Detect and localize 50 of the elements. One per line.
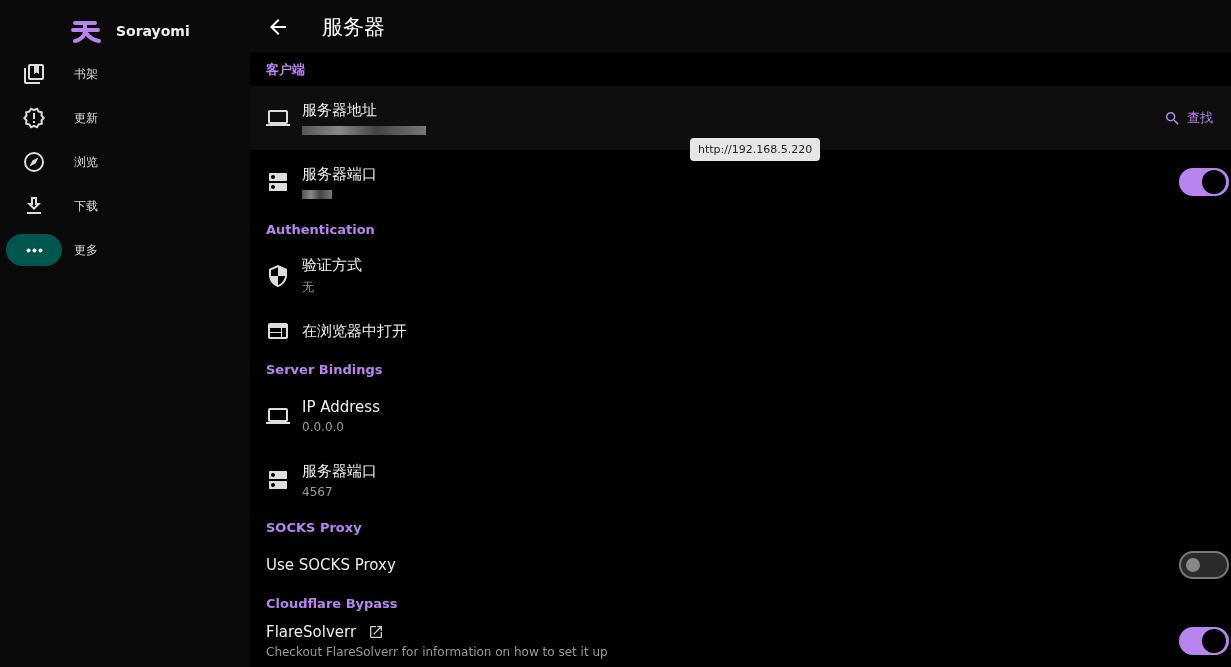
nav-item[interactable]: 更新 <box>0 102 250 134</box>
setting-title: IP Address <box>302 398 380 416</box>
settings-row[interactable]: 在浏览器中打开 <box>250 308 1231 354</box>
setting-title: 在浏览器中打开 <box>302 321 407 341</box>
settings-row[interactable]: FlareSolverr Checkout FlareSolverr for information on how to set it up <box>250 618 1231 664</box>
alert-badge-icon <box>22 106 46 130</box>
page-title: 服务器 <box>322 13 385 41</box>
search-icon <box>1166 111 1179 125</box>
setting-value: 4567 <box>302 484 334 499</box>
nav-item[interactable]: 浏览 <box>0 146 250 178</box>
settings-row[interactable]: IP Address 0.0.0.0 <box>250 384 1231 448</box>
setting-title: 服务器地址 <box>302 101 377 120</box>
setting-title: Use SOCKS Proxy <box>266 556 396 574</box>
nav-label: 书架 <box>74 65 98 83</box>
section-header: 客户端 <box>265 61 306 79</box>
find-button[interactable]: 查找 <box>1160 108 1219 128</box>
setting-value: 0.0.0.0 <box>302 420 345 434</box>
nav-label: 下载 <box>74 197 98 215</box>
nav-label: 更新 <box>74 109 98 127</box>
settings-row[interactable]: 服务器端口 4567 <box>250 448 1231 512</box>
shield-icon <box>266 264 290 288</box>
section-header: Authentication <box>265 221 376 239</box>
setting-title: 验证方式 <box>302 256 362 275</box>
logo-icon <box>70 18 102 44</box>
nav-item[interactable]: 更多 <box>0 234 250 266</box>
toggle-switch[interactable] <box>1179 551 1229 579</box>
tooltip: http://192.168.5.220 <box>690 138 821 161</box>
settings-row[interactable]: 验证方式 无 <box>250 244 1231 308</box>
setting-title: FlareSolverr <box>266 623 357 641</box>
nav-item[interactable]: 下载 <box>0 190 250 222</box>
settings-row[interactable]: Use SOCKS Proxy <box>250 542 1231 588</box>
app-name: Sorayomi <box>116 23 190 39</box>
toggle-switch[interactable] <box>1179 168 1229 196</box>
external-link-icon[interactable] <box>368 624 385 640</box>
server-icon <box>266 468 290 492</box>
nav-label: 浏览 <box>74 153 98 171</box>
compass-icon <box>22 150 46 174</box>
setting-title: 服务器端口 <box>302 461 377 481</box>
library-icon <box>22 62 46 86</box>
toggle-switch[interactable] <box>1179 627 1229 655</box>
setting-value: 无 <box>302 279 315 296</box>
more-icon <box>25 247 43 253</box>
setting-description: Checkout FlareSolverr for information on how to set it up <box>266 645 609 659</box>
section-header: Cloudflare Bypass <box>265 595 399 613</box>
setting-title: 服务器端口 <box>302 165 377 184</box>
nav-label: 更多 <box>74 241 98 259</box>
section-header: SOCKS Proxy <box>265 519 363 537</box>
server-icon <box>266 170 290 194</box>
nav-item[interactable]: 书架 <box>0 58 250 90</box>
section-header: Server Bindings <box>265 361 384 379</box>
